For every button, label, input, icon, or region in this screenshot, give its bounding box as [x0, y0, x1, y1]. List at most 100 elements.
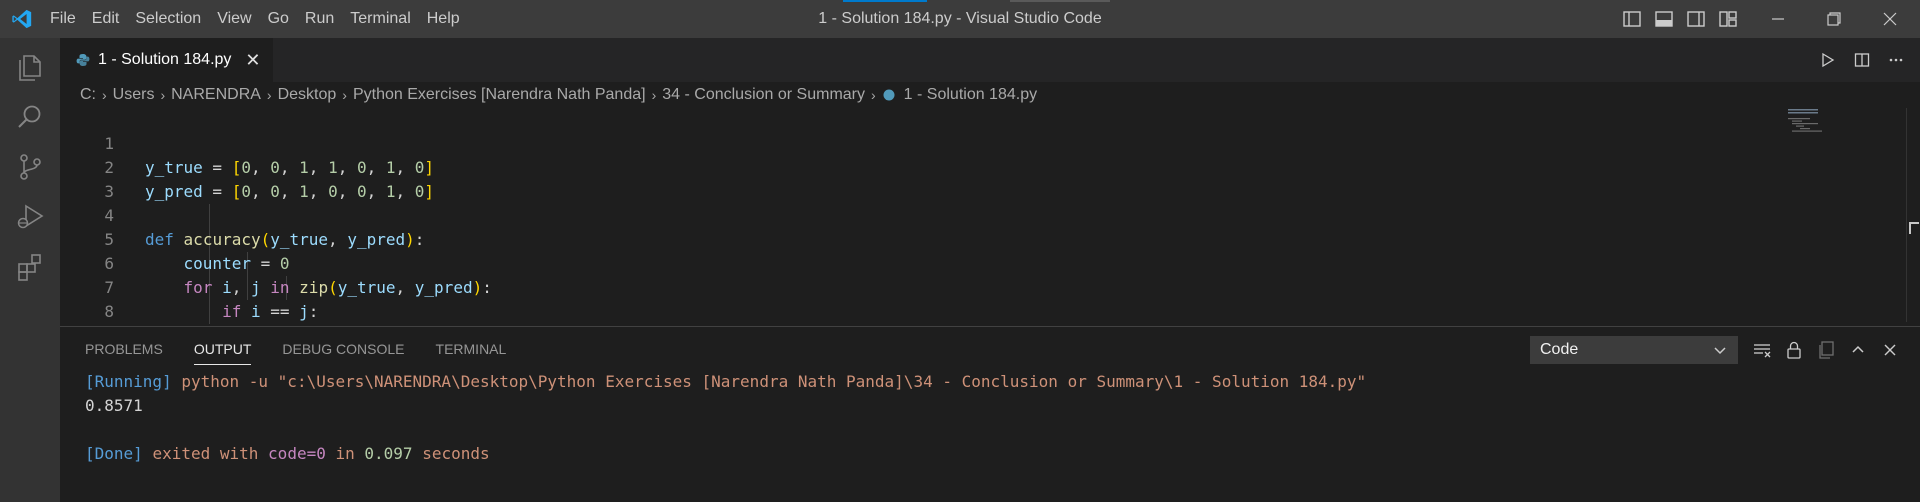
breadcrumb-conclusion[interactable]: 34 - Conclusion or Summary — [662, 86, 865, 104]
tab-output[interactable]: OUTPUT — [193, 341, 252, 365]
tab-terminal[interactable]: TERMINAL — [436, 341, 507, 365]
code-text: counter = 0 — [183, 254, 290, 273]
panel-actions — [1752, 340, 1912, 360]
chevron-right-icon: › — [651, 87, 657, 103]
tab-label: 1 - Solution 184.py — [98, 51, 232, 68]
code-line: 7 if i == j: — [60, 252, 318, 321]
close-panel-button[interactable] — [1880, 340, 1900, 360]
done-time: 0.097 — [364, 444, 413, 463]
menu-edit[interactable]: Edit — [84, 10, 128, 28]
activity-source-control[interactable] — [0, 142, 60, 192]
code-text: y_true = [0, 0, 1, 1, 0, 1, 0] — [145, 158, 435, 177]
open-output-editor-button[interactable] — [1816, 340, 1836, 360]
breadcrumb-python-exercises[interactable]: Python Exercises [Narendra Nath Panda] — [353, 86, 646, 104]
minimize-button[interactable] — [1750, 0, 1806, 38]
split-editor-icon — [1854, 53, 1870, 67]
customize-layout-icon[interactable] — [1718, 9, 1738, 29]
restore-icon — [1827, 12, 1841, 26]
menu-view[interactable]: View — [209, 10, 259, 28]
restore-button[interactable] — [1806, 0, 1862, 38]
activity-extensions[interactable] — [0, 242, 60, 292]
done-in: in — [335, 444, 355, 463]
output-line-running: [Running] python -u "c:\Users\NARENDRA\D… — [85, 370, 1366, 394]
panel-tabs: PROBLEMS OUTPUT DEBUG CONSOLE TERMINAL — [85, 341, 537, 365]
activity-explorer[interactable] — [0, 42, 60, 92]
menu-file[interactable]: File — [42, 10, 84, 28]
run-debug-icon — [17, 204, 44, 229]
done-code: code=0 — [268, 444, 326, 463]
tab-solution-184[interactable]: 1 - Solution 184.py ✕ — [60, 38, 273, 82]
minimize-icon — [1772, 18, 1784, 20]
title-bar: File Edit Selection View Go Run Terminal… — [0, 0, 1920, 38]
menu-selection[interactable]: Selection — [127, 10, 209, 28]
activity-bar — [0, 38, 60, 502]
output-line-done: [Done] exited with code=0 in 0.097 secon… — [85, 442, 490, 466]
minimap[interactable] — [1788, 108, 1848, 132]
maximize-panel-button[interactable] — [1848, 340, 1868, 360]
toggle-secondary-sidebar-icon[interactable] — [1686, 9, 1706, 29]
code-line: 4 def accuracy(y_true, y_pred): — [60, 180, 424, 249]
breadcrumb-desktop[interactable]: Desktop — [278, 86, 337, 104]
bottom-panel: PROBLEMS OUTPUT DEBUG CONSOLE TERMINAL C… — [60, 326, 1920, 502]
explorer-icon — [19, 55, 41, 81]
code-editor[interactable]: 1 y_true = [0, 0, 1, 1, 0, 1, 0] 2 y_pre… — [60, 108, 1920, 369]
python-file-icon — [76, 54, 90, 66]
menu-help[interactable]: Help — [419, 10, 468, 28]
menu-run[interactable]: Run — [297, 10, 342, 28]
breadcrumb: C: › Users › NARENDRA › Desktop › Python… — [80, 84, 1037, 106]
more-actions-button[interactable] — [1886, 50, 1906, 70]
code-line: 9 return round(counter / len(y_true), 4) — [60, 300, 549, 369]
layout-controls — [1622, 9, 1750, 29]
play-icon — [1822, 52, 1835, 68]
clear-output-button[interactable] — [1752, 340, 1772, 360]
chevron-right-icon: › — [266, 87, 272, 103]
split-editor-button[interactable] — [1852, 50, 1872, 70]
output-channel-select[interactable]: Code — [1530, 336, 1738, 364]
tab-close-icon[interactable]: ✕ — [245, 50, 260, 71]
activity-run-debug[interactable] — [0, 192, 60, 242]
toggle-primary-sidebar-icon[interactable] — [1622, 9, 1642, 29]
breadcrumb-users[interactable]: Users — [113, 86, 155, 104]
menu-go[interactable]: Go — [260, 10, 297, 28]
run-file-button[interactable] — [1818, 50, 1838, 70]
chevron-down-icon — [1714, 347, 1726, 355]
close-window-button[interactable] — [1862, 0, 1918, 38]
lock-icon — [1787, 341, 1801, 359]
title-accent-line — [843, 0, 927, 2]
code-text: for i, j in zip(y_true, y_pred): — [183, 278, 492, 297]
close-icon — [1883, 12, 1897, 26]
done-exited: exited with — [152, 444, 259, 463]
menu-terminal[interactable]: Terminal — [342, 10, 418, 28]
breadcrumb-narendra[interactable]: NARENDRA — [171, 86, 261, 104]
tab-problems[interactable]: PROBLEMS — [85, 341, 163, 365]
title-accent-line-2 — [1010, 0, 1110, 2]
running-tag: [Running] — [85, 372, 172, 391]
code-line: 8 counter += 1 — [60, 276, 376, 345]
lock-scroll-button[interactable] — [1784, 340, 1804, 360]
chevron-right-icon: › — [871, 87, 876, 103]
close-icon — [1884, 344, 1896, 356]
editor-scrollbar[interactable] — [1906, 108, 1920, 322]
extensions-icon — [18, 254, 41, 281]
source-control-icon — [20, 154, 41, 180]
vscode-logo-icon — [12, 9, 32, 29]
chevron-up-icon — [1852, 345, 1864, 353]
code-line: 3 — [60, 156, 114, 201]
run-command: python -u "c:\Users\NARENDRA\Desktop\Pyt… — [181, 372, 1367, 391]
toggle-panel-icon[interactable] — [1654, 9, 1674, 29]
activity-search[interactable] — [0, 92, 60, 142]
code-text: if i == j: — [222, 302, 319, 321]
result-value: 0.8571 — [85, 396, 143, 415]
done-seconds: seconds — [422, 444, 490, 463]
code-line: 1 y_true = [0, 0, 1, 1, 0, 1, 0] — [60, 108, 434, 177]
code-text: y_pred = [0, 0, 1, 0, 0, 1, 0] — [145, 182, 435, 201]
clear-output-icon — [1754, 344, 1771, 358]
output-line-result: 0.8571 — [85, 394, 143, 418]
breadcrumb-file[interactable]: 1 - Solution 184.py — [904, 86, 1037, 104]
code-line: 2 y_pred = [0, 0, 1, 0, 0, 1, 0] — [60, 132, 434, 201]
chevron-right-icon: › — [342, 87, 347, 103]
tab-debug-console[interactable]: DEBUG CONSOLE — [282, 341, 404, 365]
code-line: 6 for i, j in zip(y_true, y_pred): — [60, 228, 492, 297]
editor-tab-bar: 1 - Solution 184.py ✕ — [60, 38, 1920, 82]
breadcrumb-drive[interactable]: C: — [80, 86, 96, 104]
